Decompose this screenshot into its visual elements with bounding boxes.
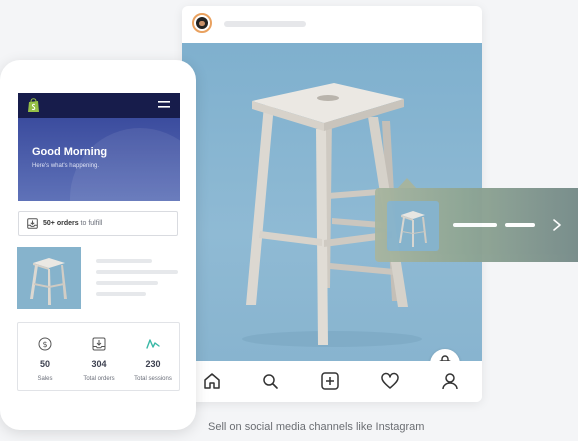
stat-label: Total sessions xyxy=(134,376,172,382)
greeting-subtitle: Here's what's happening. xyxy=(32,163,99,169)
svg-text:$: $ xyxy=(42,340,47,349)
stat-label: Sales xyxy=(37,376,53,382)
product-name-placeholder xyxy=(453,223,497,227)
heart-icon[interactable] xyxy=(380,371,400,391)
product-price-placeholder xyxy=(505,223,535,227)
stat-value: 50 xyxy=(39,359,50,369)
stool-product-image xyxy=(30,258,67,305)
product-detail-placeholder xyxy=(96,292,146,296)
orders-to-fulfill-card[interactable]: 50+ orders to fulfill xyxy=(18,211,178,236)
username-placeholder xyxy=(224,21,306,27)
search-icon[interactable] xyxy=(260,371,280,391)
home-icon[interactable] xyxy=(202,371,222,391)
product-detail-placeholder xyxy=(96,270,178,274)
avatar-face xyxy=(199,21,205,26)
inbox-download-icon xyxy=(92,337,106,351)
product-tag-popover[interactable] xyxy=(375,188,578,262)
stool-thumbnail-image xyxy=(399,211,427,247)
phone-mockup: Good Morning Here's what's happening. 50… xyxy=(0,60,196,430)
post-header xyxy=(182,6,482,42)
chevron-right-icon[interactable] xyxy=(550,215,564,235)
stat-total-sessions[interactable]: 230 Total sessions xyxy=(126,323,180,392)
product-thumbnail[interactable] xyxy=(17,247,81,309)
app-top-bar xyxy=(18,93,180,118)
bottom-navigation xyxy=(182,361,482,402)
dollar-icon: $ xyxy=(38,337,52,351)
stat-sales[interactable]: $ 50 Sales xyxy=(18,323,72,392)
orders-suffix: to fulfill xyxy=(78,220,103,227)
stat-total-orders[interactable]: 304 Total orders xyxy=(72,323,126,392)
inbox-download-icon xyxy=(27,218,38,229)
stat-value: 230 xyxy=(145,359,161,369)
product-title-placeholder xyxy=(96,259,152,263)
stats-card: $ 50 Sales 304 Total orders 230 Total se… xyxy=(17,322,180,391)
activity-line-icon xyxy=(146,339,160,349)
profile-icon[interactable] xyxy=(440,371,460,391)
stat-label: Total orders xyxy=(83,376,115,382)
popover-product-thumbnail xyxy=(387,201,439,251)
greeting-banner: Good Morning Here's what's happening. xyxy=(18,118,180,201)
greeting-title: Good Morning xyxy=(32,146,108,158)
add-post-icon[interactable] xyxy=(320,371,340,391)
profile-avatar[interactable] xyxy=(192,13,212,33)
caption-text: Sell on social media channels like Insta… xyxy=(208,421,425,433)
stat-value: 304 xyxy=(91,359,107,369)
product-detail-placeholder xyxy=(96,281,158,285)
shopify-bag-logo-icon xyxy=(28,98,39,112)
orders-count: 50+ orders xyxy=(43,220,79,227)
orders-summary: 50+ orders to fulfill xyxy=(43,220,102,227)
menu-icon[interactable] xyxy=(158,100,170,110)
